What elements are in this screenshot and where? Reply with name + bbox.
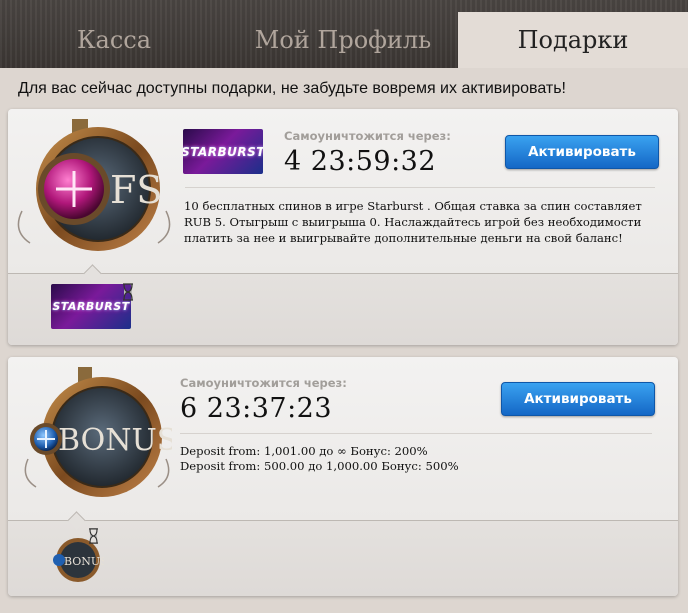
tab-gifts[interactable]: Подарки [458,12,688,68]
divider [180,433,652,434]
hourglass-icon [123,283,133,301]
tab-bar: Касса Мой Профиль Подарки [0,0,688,68]
tab-my-profile[interactable]: Мой Профиль [228,12,458,68]
bonus-medal-icon: BONUS [24,367,172,497]
self-destruct-label: Самоуничтожится через: [180,376,347,390]
gift-card-footer: BONUS [8,511,678,596]
free-spins-medal-icon: FS [17,119,171,251]
activate-button[interactable]: Активировать [505,135,659,169]
gift-card-free-spins: FS STARBURST Самоуничтожится через: 4 23… [8,109,678,345]
gift-card-header: FS STARBURST Самоуничтожится через: 4 23… [8,109,678,273]
countdown-timer: 4 23:59:32 [284,146,437,177]
medal-bonus-text: BONUS [58,423,172,458]
tab-cashier[interactable]: Касса [0,12,228,68]
self-destruct-label: Самоуничтожится через: [284,129,451,143]
svg-text:BONUS: BONUS [64,555,104,568]
gift-card-header: BONUS Самоуничтожится через: 6 23:37:23 … [8,357,678,520]
hourglass-icon [89,528,98,544]
activate-button[interactable]: Активировать [501,382,655,416]
gift-card-footer: STARBURST [8,264,678,345]
deposit-line: Deposit from: 500.00 до 1,000.00 Бонус: … [180,459,459,473]
countdown-timer: 6 23:37:23 [180,393,333,424]
starburst-thumbnail[interactable]: STARBURST [51,284,131,329]
medal-fs-text: FS [110,168,162,212]
starburst-game-logo: STARBURST [183,129,263,174]
divider [185,187,655,188]
gift-card-bonus: BONUS Самоуничтожится через: 6 23:37:23 … [8,357,678,596]
gifts-notice: Для вас сейчас доступны подарки, не забу… [18,80,566,97]
gift-description: 10 бесплатных спинов в игре Starburst . … [184,199,642,245]
deposit-line: Deposit from: 1,001.00 до ∞ Бонус: 200% [180,444,428,458]
